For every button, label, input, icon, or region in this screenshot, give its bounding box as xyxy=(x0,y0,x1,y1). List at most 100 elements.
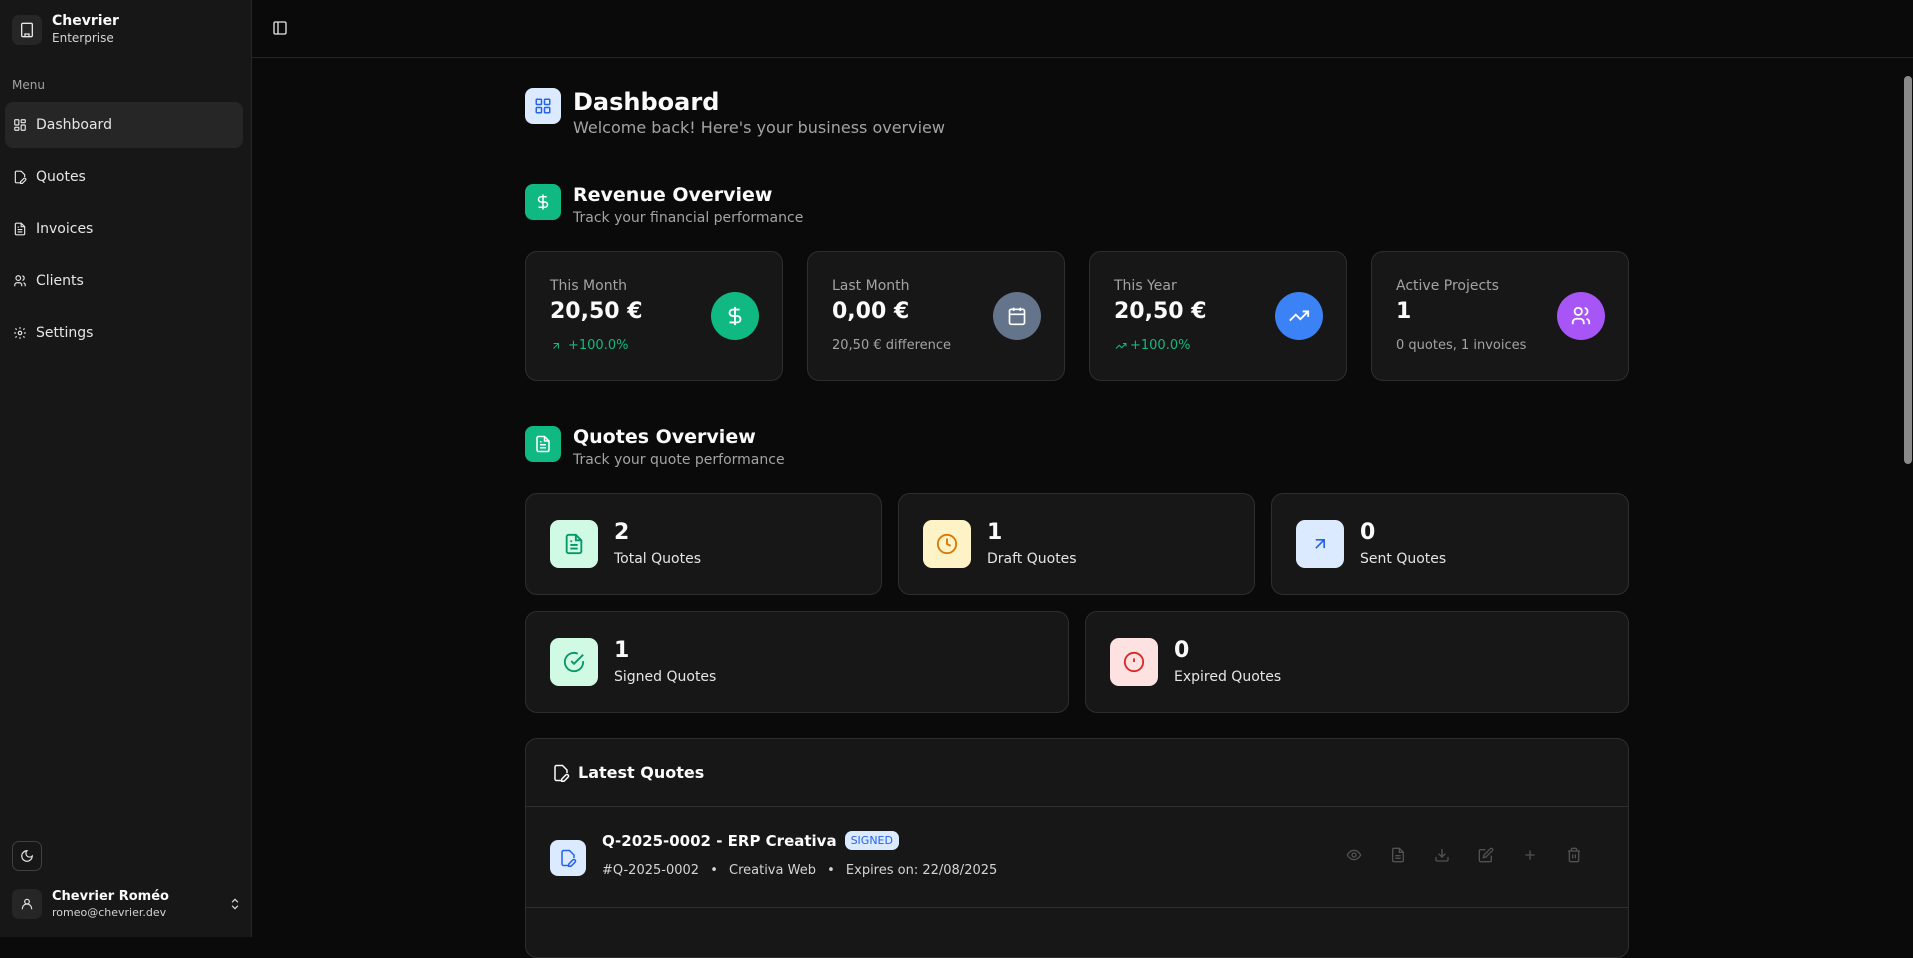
moon-icon xyxy=(21,850,33,862)
arrow-up-right-icon xyxy=(553,342,559,349)
card-trend-text: +100.0% xyxy=(1130,338,1191,353)
dollar-icon xyxy=(711,292,759,340)
revenue-card-last-month: Last Month 0,00 € 20,50 € difference xyxy=(807,251,1065,381)
card-value: 1 xyxy=(1396,299,1412,324)
latest-quotes-title: Latest Quotes xyxy=(578,763,705,782)
brand-name: Chevrier xyxy=(52,13,119,29)
user-icon xyxy=(21,898,33,910)
sidebar-toggle-button[interactable] xyxy=(272,20,288,40)
brand[interactable]: Chevrier Enterprise xyxy=(12,13,119,46)
section-subtitle: Track your quote performance xyxy=(573,452,785,468)
dollar-icon xyxy=(525,184,561,220)
file-text-icon xyxy=(1392,847,1404,863)
section-title: Revenue Overview xyxy=(573,184,773,206)
alert-circle-icon xyxy=(1110,638,1158,686)
stat-label: Expired Quotes xyxy=(1174,669,1282,685)
section-title: Quotes Overview xyxy=(573,426,756,448)
stat-label: Total Quotes xyxy=(614,551,702,567)
download-button[interactable] xyxy=(1420,847,1464,863)
chevrons-up-down-icon xyxy=(231,898,239,910)
user-email: romeo@chevrier.dev xyxy=(52,906,167,919)
sidebar-item-quotes[interactable]: Quotes xyxy=(5,154,243,200)
card-value: 20,50 € xyxy=(550,299,643,324)
add-button[interactable] xyxy=(1508,847,1552,863)
quote-stat-expired: 0 Expired Quotes xyxy=(1085,611,1629,713)
file-text-icon xyxy=(550,520,598,568)
file-text-icon xyxy=(14,222,26,236)
quotes-section-header: Quotes Overview Track your quote perform… xyxy=(525,426,785,469)
status-badge: SIGNED xyxy=(844,831,899,850)
quote-number: #Q-2025-0002 xyxy=(602,863,700,878)
card-trend: +100.0% xyxy=(1114,338,1190,353)
file-text-icon xyxy=(525,426,561,462)
stat-label: Signed Quotes xyxy=(614,669,717,685)
edit-icon xyxy=(1478,847,1494,863)
sidebar-item-dashboard[interactable]: Dashboard xyxy=(5,102,243,148)
sidebar-nav: Dashboard Quotes Invoices Clients Settin… xyxy=(5,102,243,362)
quote-stat-draft: 1 Draft Quotes xyxy=(898,493,1255,595)
sidebar-item-label: Clients xyxy=(36,273,84,289)
page-title: Dashboard xyxy=(573,88,720,116)
latest-quotes-header: Latest Quotes xyxy=(526,739,1628,807)
topbar xyxy=(252,0,1913,58)
delete-button[interactable] xyxy=(1552,847,1596,863)
stat-value: 1 xyxy=(987,520,1003,545)
sidebar-item-clients[interactable]: Clients xyxy=(5,258,243,304)
stat-value: 0 xyxy=(1174,638,1190,663)
calendar-icon xyxy=(993,292,1041,340)
stat-value: 0 xyxy=(1360,520,1376,545)
download-icon xyxy=(1435,849,1449,862)
quote-row[interactable]: Q-2025-0002 - ERP Creativa SIGNED #Q-202… xyxy=(526,807,1628,908)
stat-value: 1 xyxy=(614,638,630,663)
theme-toggle-button[interactable] xyxy=(12,841,42,871)
revenue-card-this-year: This Year 20,50 € +100.0% xyxy=(1089,251,1347,381)
building-icon xyxy=(12,14,42,45)
sidebar-item-label: Invoices xyxy=(36,221,94,237)
clock-icon xyxy=(923,520,971,568)
stat-label: Sent Quotes xyxy=(1360,551,1447,567)
section-subtitle: Track your financial performance xyxy=(573,210,804,226)
revenue-card-this-month: This Month 20,50 € +100.0% xyxy=(525,251,783,381)
revenue-card-active-projects: Active Projects 1 0 quotes, 1 invoices xyxy=(1371,251,1629,381)
page-subtitle: Welcome back! Here's your business overv… xyxy=(573,118,945,137)
card-label: This Year xyxy=(1114,278,1177,294)
page-header: Dashboard Welcome back! Here's your busi… xyxy=(525,88,945,138)
revenue-section-header: Revenue Overview Track your financial pe… xyxy=(525,184,803,227)
layout-grid-icon xyxy=(525,88,561,124)
file-pen-icon xyxy=(550,840,586,876)
card-value: 20,50 € xyxy=(1114,299,1207,324)
card-footnote: 20,50 € difference xyxy=(832,338,952,353)
scroll-thumb[interactable] xyxy=(1904,76,1912,464)
quote-client: Creativa Web xyxy=(729,863,816,878)
quote-stat-signed: 1 Signed Quotes xyxy=(525,611,1069,713)
pdf-button[interactable] xyxy=(1376,847,1420,863)
card-footnote: 0 quotes, 1 invoices xyxy=(1396,338,1527,353)
sidebar-item-label: Quotes xyxy=(36,169,86,185)
check-circle-icon xyxy=(550,638,598,686)
users-icon xyxy=(1557,292,1605,340)
menu-label: Menu xyxy=(12,78,45,92)
quote-title-line: Q-2025-0002 - ERP Creativa SIGNED xyxy=(602,831,899,850)
layout-grid-icon xyxy=(14,119,26,131)
users-icon xyxy=(14,275,26,287)
scrollbar[interactable] xyxy=(1901,58,1913,937)
quote-meta: #Q-2025-0002 • Creativa Web • Expires on… xyxy=(602,863,998,878)
stat-label: Draft Quotes xyxy=(987,551,1077,567)
quote-expiry: Expires on: 22/08/2025 xyxy=(845,863,998,878)
file-pen-icon xyxy=(14,170,27,184)
card-label: Last Month xyxy=(832,278,910,294)
quote-stat-sent: 0 Sent Quotes xyxy=(1271,493,1629,595)
sidebar-item-invoices[interactable]: Invoices xyxy=(5,206,243,252)
card-value: 0,00 € xyxy=(832,299,910,324)
card-trend: +100.0% xyxy=(550,338,628,353)
trending-up-icon xyxy=(1115,342,1127,349)
gear-icon xyxy=(14,327,26,339)
sidebar: Chevrier Enterprise Menu Dashboard Quote… xyxy=(0,0,252,937)
file-pen-icon xyxy=(554,764,570,782)
card-label: Active Projects xyxy=(1396,278,1499,294)
user-menu[interactable]: Chevrier Roméo romeo@chevrier.dev xyxy=(12,884,242,924)
view-button[interactable] xyxy=(1332,847,1376,863)
quote-stat-total: 2 Total Quotes xyxy=(525,493,882,595)
edit-button[interactable] xyxy=(1464,847,1508,863)
sidebar-item-settings[interactable]: Settings xyxy=(5,310,243,356)
